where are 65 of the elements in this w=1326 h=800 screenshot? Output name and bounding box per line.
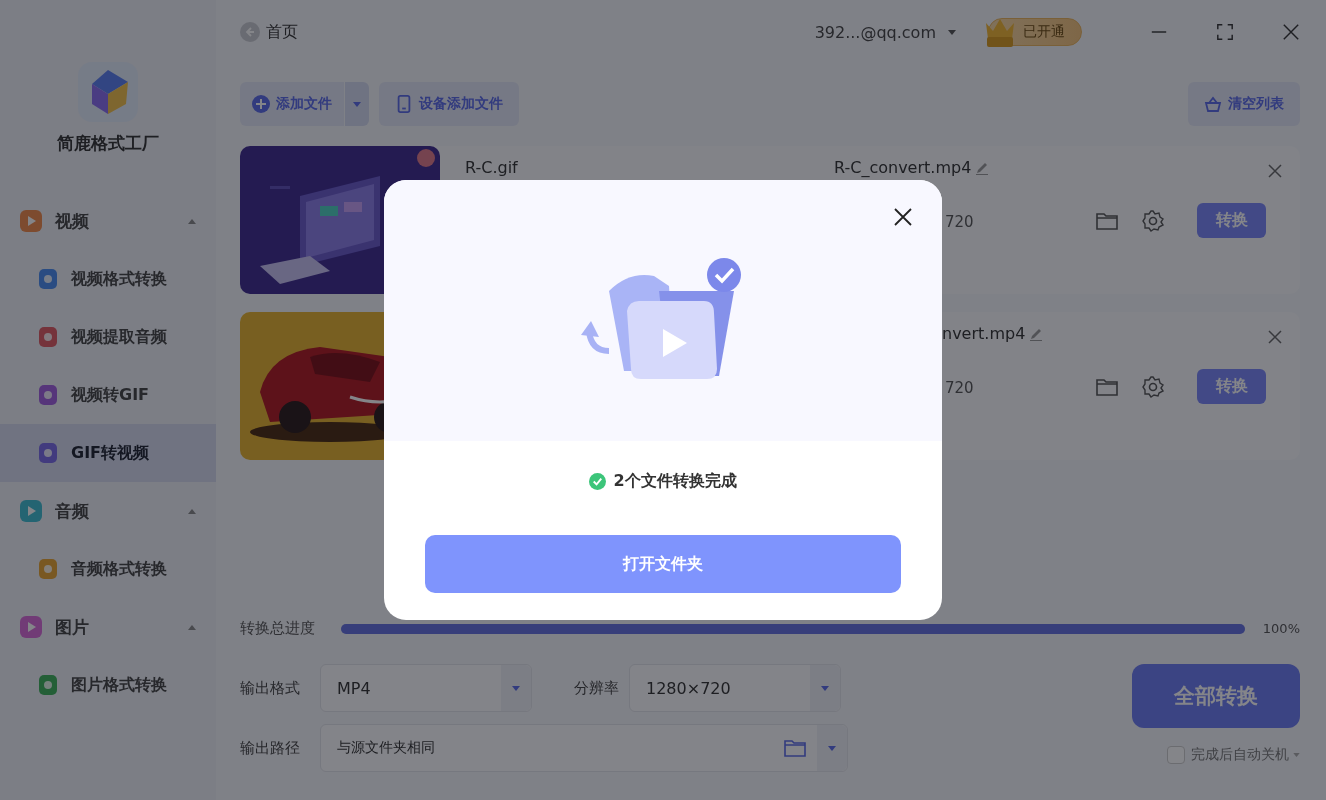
- resolution-label: 分辨率: [574, 678, 619, 698]
- sidebar-item[interactable]: 音频格式转换: [0, 540, 216, 598]
- sidebar-section[interactable]: 音频: [0, 482, 216, 540]
- format-label: 输出格式: [240, 678, 301, 698]
- convert-button[interactable]: 转换: [1197, 203, 1266, 238]
- format-icon: [37, 384, 59, 406]
- caret-icon: [821, 685, 829, 691]
- settings-icon[interactable]: [1141, 208, 1165, 233]
- status-message: 2个文件转换完成: [613, 471, 737, 492]
- maximize-icon[interactable]: [1216, 23, 1234, 41]
- caret-icon: [512, 685, 520, 691]
- resolution-text: 720: [945, 213, 974, 231]
- path-label: 输出路径: [240, 738, 301, 758]
- settings-icon[interactable]: [1141, 374, 1165, 399]
- progress-label: 转换总进度: [240, 619, 316, 638]
- sidebar-item[interactable]: 视频转GIF: [0, 366, 216, 424]
- sidebar-item[interactable]: 视频提取音频: [0, 308, 216, 366]
- clear-list-button[interactable]: 清空列表: [1188, 82, 1300, 126]
- checkbox[interactable]: [1167, 746, 1185, 764]
- format-icon: [37, 268, 59, 290]
- format-icon: [37, 558, 59, 580]
- sidebar-section[interactable]: 视频: [0, 192, 216, 250]
- source-file-name: R-C.gif: [465, 158, 518, 177]
- output-file-name: nvert.mp4: [942, 324, 1026, 343]
- format-select[interactable]: MP4: [320, 664, 532, 712]
- home-link[interactable]: 首页: [240, 21, 298, 43]
- resolution-select[interactable]: 1280×720: [629, 664, 841, 712]
- caret-icon: [828, 745, 836, 751]
- resolution-text: 720: [945, 379, 974, 397]
- device-add-button[interactable]: 设备添加文件: [379, 82, 519, 126]
- convert-button[interactable]: 转换: [1197, 369, 1266, 404]
- open-folder-button[interactable]: 打开文件夹: [425, 535, 901, 593]
- back-icon: [240, 22, 260, 42]
- phone-icon: [395, 95, 413, 113]
- sidebar-item[interactable]: GIF转视频: [0, 424, 216, 482]
- sidebar-section[interactable]: 图片: [0, 598, 216, 656]
- progress-percent: 100%: [1262, 621, 1300, 636]
- vip-badge[interactable]: 已开通: [988, 18, 1082, 46]
- pencil-icon[interactable]: [1029, 326, 1044, 341]
- app-logo: [78, 62, 138, 122]
- category-icon: [20, 500, 42, 522]
- remove-icon[interactable]: [1268, 164, 1282, 178]
- sidebar-item[interactable]: 视频格式转换: [0, 250, 216, 308]
- caret-icon: [353, 101, 361, 107]
- format-icon: [37, 674, 59, 696]
- account-menu[interactable]: 392...@qq.com: [814, 22, 956, 42]
- remove-icon[interactable]: [1268, 330, 1282, 344]
- app-name: 简鹿格式工厂: [57, 132, 159, 155]
- convert-all-button[interactable]: 全部转换: [1132, 664, 1300, 728]
- format-icon: [37, 326, 59, 348]
- output-file-name: R-C_convert.mp4: [834, 158, 972, 177]
- caret-icon: [948, 29, 956, 35]
- format-icon: [37, 442, 59, 464]
- close-icon[interactable]: [894, 208, 912, 226]
- success-icon: [589, 473, 607, 490]
- path-select[interactable]: 与源文件夹相同: [320, 724, 848, 772]
- pencil-icon[interactable]: [975, 160, 990, 175]
- add-files-button[interactable]: 添加文件: [240, 82, 344, 126]
- sidebar-item[interactable]: 图片格式转换: [0, 656, 216, 714]
- shutdown-label: 完成后自动关机: [1191, 746, 1289, 764]
- plus-icon: [252, 95, 270, 113]
- category-icon: [20, 616, 42, 638]
- basket-icon: [1204, 95, 1222, 113]
- caret-icon[interactable]: [1293, 753, 1300, 757]
- category-icon: [20, 210, 42, 232]
